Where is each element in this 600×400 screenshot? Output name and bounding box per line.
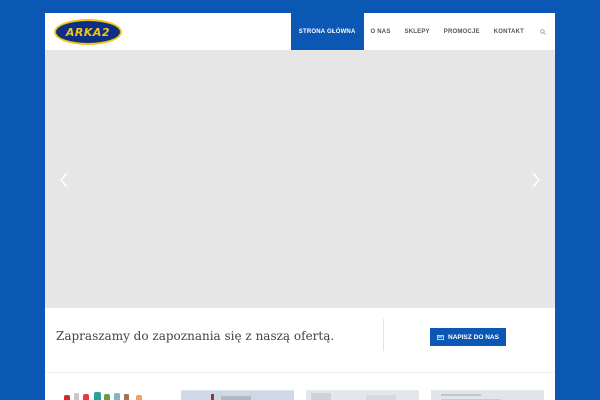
product-thumbnail[interactable]	[181, 390, 294, 400]
nav-item-about[interactable]: O NAS	[364, 13, 398, 50]
site-logo[interactable]: ARKA2	[54, 19, 122, 45]
page-container: ARKA2 STRONA GŁÓWNA O NAS SKLEPY PROMOCJ…	[45, 13, 555, 400]
section-divider	[45, 372, 555, 373]
cta-divider	[383, 319, 384, 351]
product-thumbnail[interactable]	[56, 390, 169, 400]
envelope-icon	[437, 334, 444, 340]
nav-item-promotions[interactable]: PROMOCJE	[437, 13, 487, 50]
logo-text: ARKA2	[65, 25, 111, 39]
product-thumbnail[interactable]	[306, 390, 419, 400]
cleaning-products-image	[64, 392, 142, 400]
shop-shelves-image	[431, 391, 544, 400]
nav-item-home[interactable]: STRONA GŁÓWNA	[290, 13, 364, 50]
cta-text: Zapraszamy do zapoznania się z naszą ofe…	[56, 329, 335, 343]
nav-item-contact[interactable]: KONTAKT	[487, 13, 531, 50]
site-header: ARKA2 STRONA GŁÓWNA O NAS SKLEPY PROMOCJ…	[45, 13, 555, 50]
contact-us-button[interactable]: NAPISZ DO NAS	[430, 328, 506, 346]
search-button[interactable]	[531, 13, 555, 50]
chevron-right-icon	[532, 172, 540, 188]
main-nav: STRONA GŁÓWNA O NAS SKLEPY PROMOCJE KONT…	[290, 13, 555, 50]
shop-interior-image	[306, 391, 419, 400]
slider-next-button[interactable]	[529, 170, 543, 190]
call-to-action: Zapraszamy do zapoznania się z naszą ofe…	[45, 308, 555, 372]
slider-prev-button[interactable]	[57, 170, 71, 190]
product-thumbnail[interactable]	[431, 390, 544, 400]
search-icon	[540, 28, 546, 35]
contact-us-button-label: NAPISZ DO NAS	[448, 333, 499, 341]
nav-item-shops[interactable]: SKLEPY	[398, 13, 437, 50]
hero-slider	[45, 50, 555, 308]
chevron-left-icon	[60, 172, 68, 188]
store-exterior-image	[181, 391, 294, 400]
